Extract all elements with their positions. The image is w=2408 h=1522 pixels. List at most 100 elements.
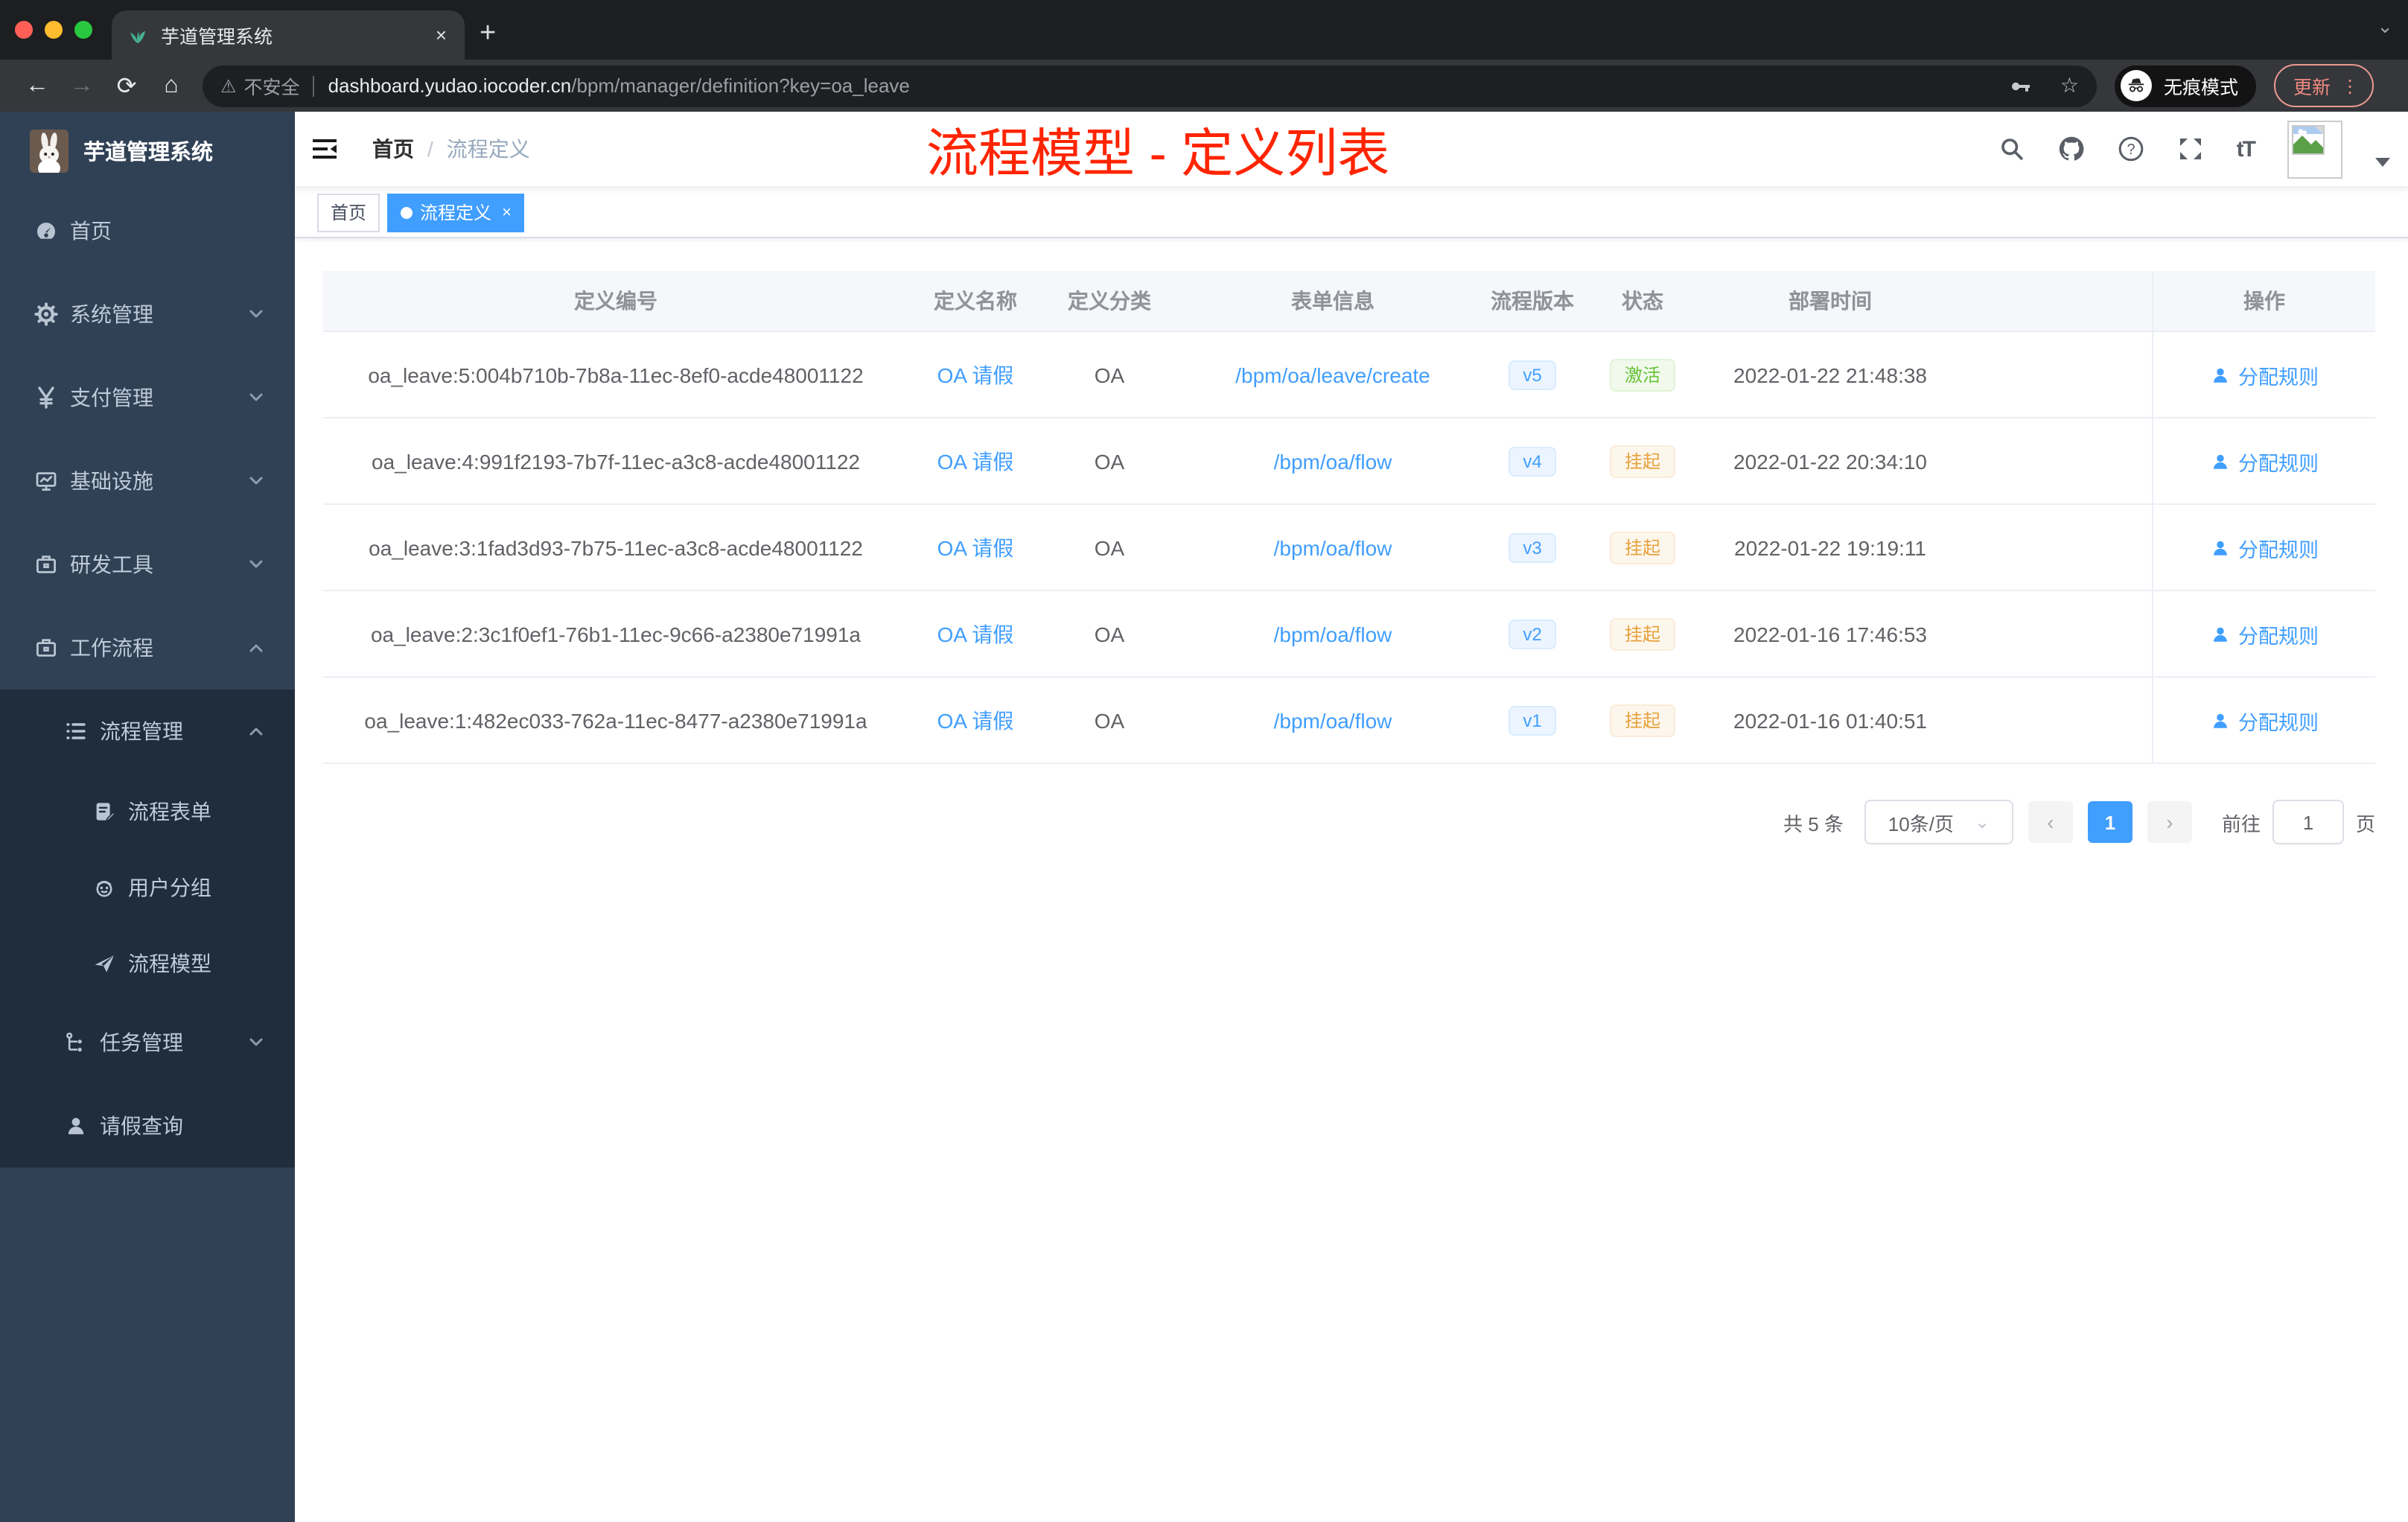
chevron-icon bbox=[247, 305, 265, 323]
col-process-version: 流程版本 bbox=[1491, 289, 1574, 313]
assign-rule-link[interactable]: 分配规则 bbox=[2210, 705, 2319, 735]
sidebar-menu-item[interactable]: 系统管理 bbox=[0, 273, 295, 356]
fullscreen-icon[interactable] bbox=[2177, 136, 2204, 162]
definition-id: oa_leave:1:482ec033-762a-11ec-8477-a2380… bbox=[364, 708, 867, 732]
browser-toolbar: ← → ⟳ ⌂ ⚠ 不安全 dashboard.yudao.iocoder.cn… bbox=[0, 60, 2408, 112]
help-icon[interactable] bbox=[2118, 136, 2144, 162]
window-controls[interactable] bbox=[15, 21, 92, 39]
definition-name-link[interactable]: OA 请假 bbox=[937, 619, 1014, 649]
table-row: oa_leave:2:3c1f0ef1-76b1-11ec-9c66-a2380… bbox=[323, 591, 2375, 678]
chevron-icon bbox=[247, 389, 265, 407]
assign-rule-label: 分配规则 bbox=[2238, 625, 2319, 647]
sidebar-menu-item[interactable]: 研发工具 bbox=[0, 523, 295, 606]
form-info-link[interactable]: /bpm/oa/flow bbox=[1274, 708, 1392, 732]
menu-item-label: 流程管理 bbox=[100, 719, 183, 743]
github-icon[interactable] bbox=[2058, 136, 2085, 162]
address-bar[interactable]: ⚠ 不安全 dashboard.yudao.iocoder.cn/bpm/man… bbox=[203, 65, 2097, 106]
page-size-select[interactable]: 10条/页 ⌄ bbox=[1864, 800, 2013, 844]
sidebar-menu-item[interactable]: 基础设施 bbox=[0, 439, 295, 523]
menu-item-icon bbox=[34, 636, 58, 660]
bookmark-star-icon[interactable]: ☆ bbox=[2060, 73, 2079, 98]
close-window-button[interactable] bbox=[15, 21, 33, 39]
menu-item-icon bbox=[34, 302, 58, 326]
chevron-icon bbox=[247, 1034, 265, 1051]
view-tag[interactable]: 流程定义 bbox=[387, 193, 525, 232]
view-tag[interactable]: 首页 bbox=[317, 193, 380, 232]
sidebar-menu-item[interactable]: 支付管理 bbox=[0, 356, 295, 439]
password-key-icon[interactable] bbox=[2010, 74, 2033, 98]
tags-view-bar: 首页 流程定义 bbox=[295, 188, 2408, 238]
definition-category: OA bbox=[1094, 363, 1125, 386]
back-button[interactable]: ← bbox=[15, 72, 60, 99]
sidebar-menu-item[interactable]: 流程表单 bbox=[0, 773, 295, 849]
sidebar-menu-item[interactable]: 请假查询 bbox=[0, 1084, 295, 1168]
search-icon[interactable] bbox=[1998, 136, 2025, 162]
definition-name-link[interactable]: OA 请假 bbox=[937, 532, 1014, 562]
definition-name-link[interactable]: OA 请假 bbox=[937, 446, 1014, 476]
tag-label: 流程定义 bbox=[420, 203, 492, 223]
col-actions: 操作 bbox=[2152, 271, 2375, 331]
font-size-icon[interactable]: tT bbox=[2237, 136, 2256, 162]
sidebar-collapse-icon[interactable] bbox=[313, 138, 337, 159]
col-deploy-time: 部署时间 bbox=[1789, 289, 1872, 313]
sidebar-menu-item[interactable]: 工作流程 bbox=[0, 606, 295, 690]
avatar-dropdown-caret-icon[interactable] bbox=[2375, 158, 2390, 167]
total-count: 共 5 条 bbox=[1783, 812, 1844, 835]
app-title: 芋道管理系统 bbox=[83, 141, 213, 165]
goto-page-input[interactable]: 1 bbox=[2272, 800, 2344, 844]
definition-id: oa_leave:3:1fad3d93-7b75-11ec-a3c8-acde4… bbox=[369, 535, 863, 559]
update-label[interactable]: 更新 bbox=[2293, 71, 2331, 100]
browser-update-button[interactable]: 更新 ⋮ bbox=[2274, 64, 2374, 107]
deploy-time: 2022-01-16 17:46:53 bbox=[1733, 622, 1927, 646]
home-button[interactable]: ⌂ bbox=[149, 72, 194, 99]
assign-rule-link[interactable]: 分配规则 bbox=[2210, 532, 2319, 562]
not-secure-label[interactable]: 不安全 bbox=[244, 71, 300, 100]
prev-page-button[interactable]: ‹ bbox=[2028, 801, 2073, 843]
new-tab-button[interactable]: + bbox=[480, 15, 496, 54]
assign-rule-link[interactable]: 分配规则 bbox=[2210, 360, 2319, 389]
security-warning-icon: ⚠ bbox=[220, 75, 237, 96]
url-divider bbox=[313, 75, 315, 96]
sidebar-menu-item[interactable]: 流程模型 bbox=[0, 925, 295, 1001]
sidebar-menu-item[interactable]: 用户分组 bbox=[0, 849, 295, 925]
table-header-row: 定义编号 定义名称 定义分类 表单信息 流程版本 状态 部署时间 操作 bbox=[323, 271, 2375, 332]
form-info-link[interactable]: /bpm/oa/leave/create bbox=[1235, 363, 1430, 386]
tag-close-icon[interactable] bbox=[502, 203, 512, 221]
form-info-link[interactable]: /bpm/oa/flow bbox=[1274, 622, 1392, 646]
breadcrumb-home[interactable]: 首页 bbox=[372, 134, 414, 164]
menu-item-label: 任务管理 bbox=[100, 1031, 183, 1054]
col-definition-id: 定义编号 bbox=[574, 289, 657, 313]
current-page-button[interactable]: 1 bbox=[2087, 801, 2133, 843]
user-avatar-broken-image[interactable] bbox=[2287, 120, 2342, 178]
definition-name-link[interactable]: OA 请假 bbox=[937, 705, 1014, 735]
user-icon bbox=[2210, 623, 2231, 644]
browser-menu-dots-icon[interactable]: ⋮ bbox=[2341, 75, 2359, 96]
col-status: 状态 bbox=[1622, 289, 1663, 313]
table-row: oa_leave:1:482ec033-762a-11ec-8477-a2380… bbox=[323, 678, 2375, 764]
page-size-value: 10条/页 bbox=[1888, 812, 1954, 835]
deploy-time: 2022-01-22 20:34:10 bbox=[1733, 449, 1927, 473]
sidebar-menu-item[interactable]: 流程管理 bbox=[0, 690, 295, 773]
version-badge: v5 bbox=[1508, 360, 1557, 389]
definition-name-link[interactable]: OA 请假 bbox=[937, 360, 1014, 389]
menu-item-icon bbox=[64, 1031, 88, 1054]
definition-category: OA bbox=[1094, 449, 1125, 473]
minimize-window-button[interactable] bbox=[45, 21, 63, 39]
assign-rule-link[interactable]: 分配规则 bbox=[2210, 619, 2319, 649]
tab-close-icon[interactable]: × bbox=[433, 24, 450, 46]
browser-tab[interactable]: 芋道管理系统 × bbox=[112, 10, 465, 60]
filler-cell bbox=[1951, 591, 2152, 676]
sidebar-menu-item[interactable]: 首页 bbox=[0, 189, 295, 273]
menu-item-icon bbox=[34, 469, 58, 493]
form-info-link[interactable]: /bpm/oa/flow bbox=[1274, 449, 1392, 473]
next-page-button[interactable]: › bbox=[2147, 801, 2192, 843]
sidebar-menu-item[interactable]: 任务管理 bbox=[0, 1001, 295, 1084]
sidebar-logo-row[interactable]: 芋道管理系统 bbox=[0, 112, 295, 189]
menu-item-label: 工作流程 bbox=[70, 636, 153, 660]
assign-rule-link[interactable]: 分配规则 bbox=[2210, 446, 2319, 476]
form-info-link[interactable]: /bpm/oa/flow bbox=[1274, 535, 1392, 559]
reload-button[interactable]: ⟳ bbox=[104, 71, 149, 101]
tab-overview-caret-icon[interactable]: ⌄ bbox=[2377, 15, 2393, 39]
page-content: 定义编号 定义名称 定义分类 表单信息 流程版本 状态 部署时间 操作 oa_l… bbox=[295, 238, 2408, 1522]
zoom-window-button[interactable] bbox=[74, 21, 92, 39]
